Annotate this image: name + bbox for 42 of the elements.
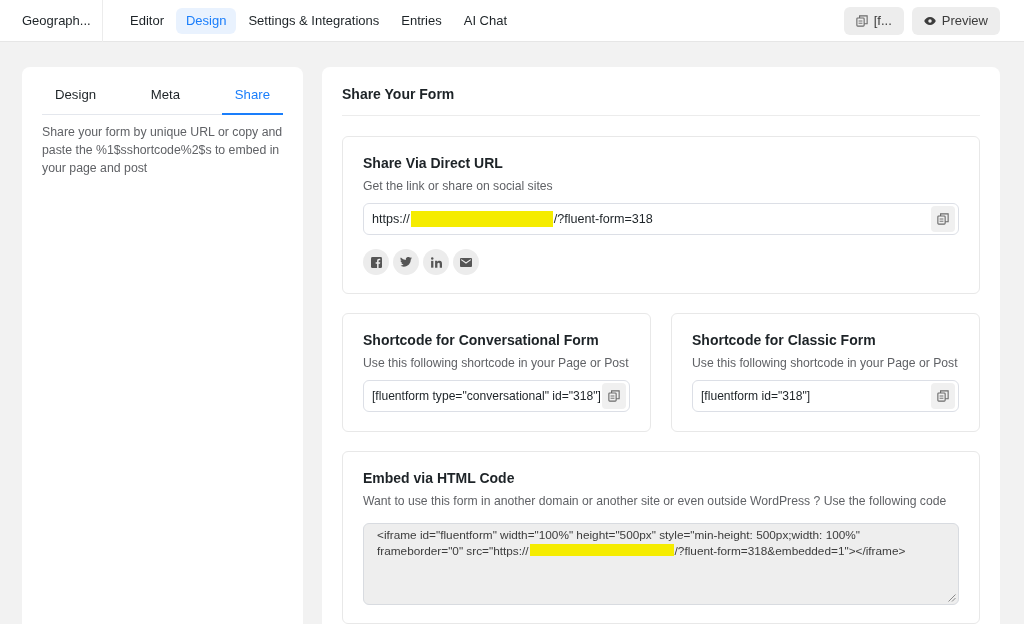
nav-tab[interactable]: AI Chat bbox=[453, 7, 518, 34]
shortcode-button[interactable]: [f... bbox=[843, 6, 904, 35]
card-title: Share Via Direct URL bbox=[363, 154, 504, 173]
sidebar-tab[interactable]: Meta bbox=[137, 67, 194, 115]
embed-code-field[interactable]: <iframe id="fluentform" width="100%" height="500px" style="min-height: 500px;width: 100%" frameborder="0" src="https:// /?fluent-form=318&embedded=1"></iframe> bbox=[363, 523, 959, 605]
envelope-icon bbox=[460, 257, 472, 267]
linkedin-icon bbox=[430, 256, 442, 268]
form-title: Geograph... bbox=[22, 13, 91, 28]
card-subtitle: Get the link or share on social sites bbox=[363, 178, 554, 195]
card-title: Embed via HTML Code bbox=[363, 469, 516, 488]
url-field[interactable]: https:// /?fluent-form=318 bbox=[363, 203, 959, 235]
copy-icon bbox=[608, 390, 620, 402]
copy-button[interactable] bbox=[931, 206, 955, 232]
sidebar-tab[interactable]: Share bbox=[221, 67, 283, 115]
copy-icon bbox=[937, 213, 949, 225]
facebook-icon bbox=[370, 256, 382, 268]
copy-icon bbox=[937, 390, 949, 402]
linkedin-share-button[interactable] bbox=[423, 249, 449, 275]
sidebar-tab[interactable]: Design bbox=[42, 67, 110, 115]
shortcode-field[interactable]: [fluentform id="318"] bbox=[692, 380, 959, 412]
nav-tab[interactable]: Design bbox=[175, 7, 237, 34]
resize-handle-icon bbox=[948, 594, 956, 602]
card-subtitle: Use this following shortcode in your Page or Post bbox=[363, 355, 630, 372]
card-subtitle: Want to use this form in another domain or another site or even outside WordPress ? Use the following code bbox=[363, 493, 948, 510]
preview-button[interactable]: Preview bbox=[911, 6, 1000, 35]
card-subtitle: Use this following shortcode in your Page or Post bbox=[692, 355, 959, 372]
panel-title: Share Your Form bbox=[342, 86, 455, 102]
bird-icon bbox=[400, 257, 412, 267]
copy-button[interactable] bbox=[602, 383, 626, 409]
card-title: Shortcode for Conversational Form bbox=[363, 331, 600, 350]
eye-icon bbox=[923, 16, 936, 25]
card-title: Shortcode for Classic Form bbox=[692, 331, 877, 350]
nav-tab[interactable]: Entries bbox=[391, 7, 452, 34]
nav-tab[interactable]: Editor bbox=[120, 7, 174, 34]
copy-button[interactable] bbox=[931, 383, 955, 409]
sidebar-description: Share your form by unique URL or copy and paste the %1$sshortcode%2$s to embed in your page and post bbox=[42, 124, 283, 177]
email-share-button[interactable] bbox=[453, 249, 479, 275]
copy-icon bbox=[855, 14, 868, 27]
nav-tab[interactable]: Settings & Integrations bbox=[238, 7, 390, 34]
shortcode-field[interactable]: [fluentform type="conversational" id="318"] bbox=[363, 380, 630, 412]
facebook-share-button[interactable] bbox=[363, 249, 389, 275]
twitter-share-button[interactable] bbox=[393, 249, 419, 275]
